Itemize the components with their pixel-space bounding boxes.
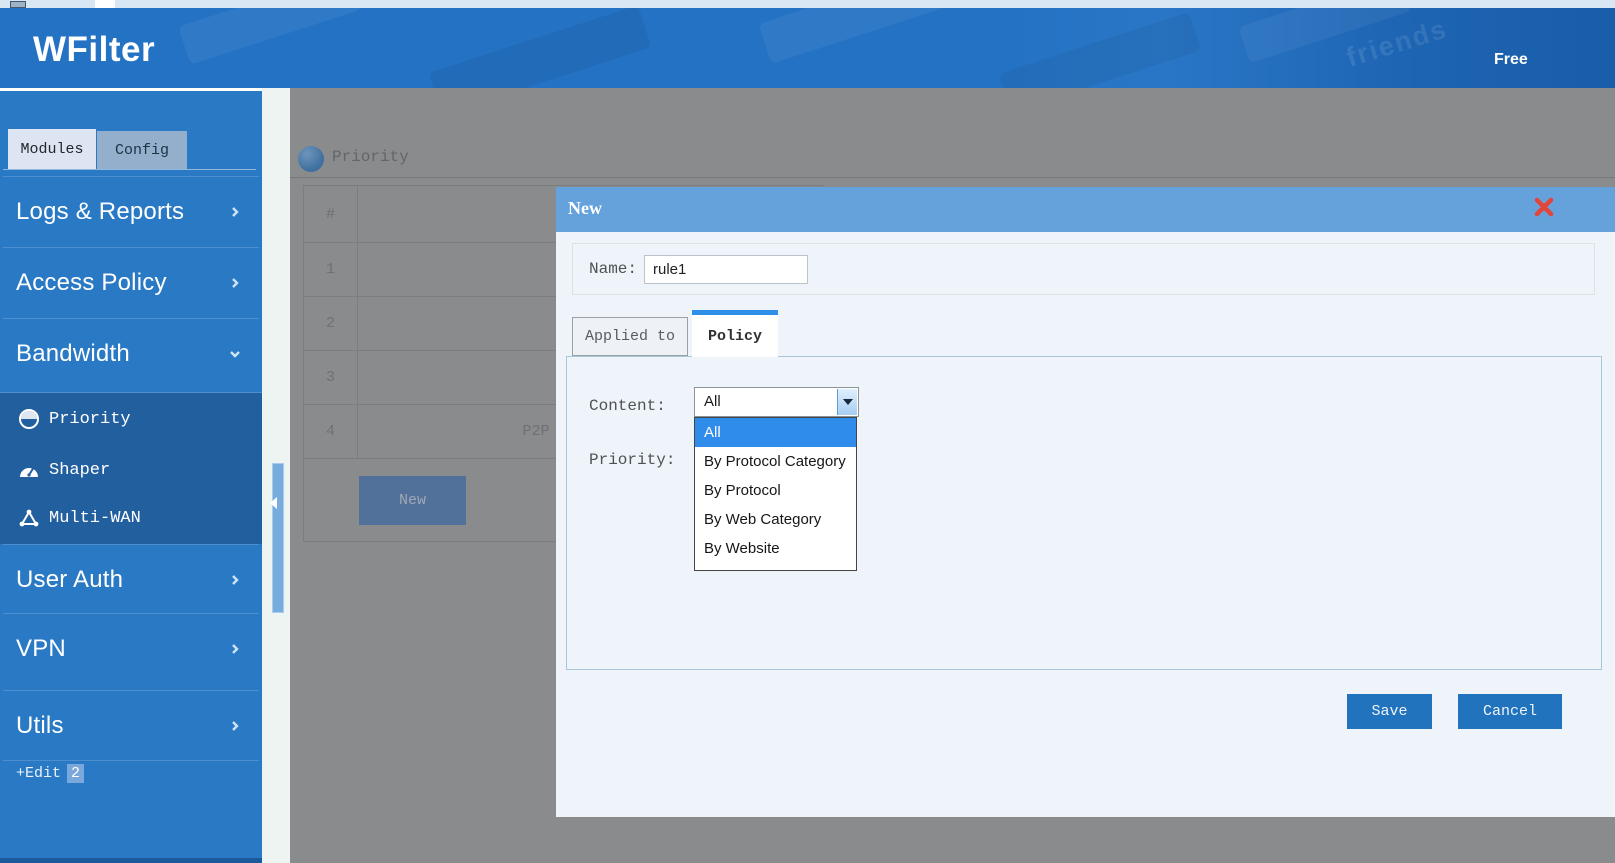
dialog-title: New	[568, 198, 602, 219]
close-icon[interactable]	[1533, 196, 1555, 218]
edit-label: +Edit	[16, 765, 61, 782]
save-button[interactable]: Save	[1347, 694, 1432, 729]
edit-menu-control[interactable]: +Edit 2	[16, 764, 84, 783]
dropdown-arrow-icon[interactable]	[837, 389, 857, 415]
content-select[interactable]: All	[694, 387, 859, 417]
chevron-right-icon	[229, 206, 241, 218]
browser-mini-icon	[10, 1, 26, 8]
sidebar-item-logs-reports[interactable]: Logs & Reports	[3, 176, 259, 247]
chevron-right-icon	[229, 277, 241, 289]
sidebar-item-multi-wan[interactable]: Multi-WAN	[18, 503, 141, 533]
collapse-left-icon	[270, 497, 277, 509]
dropdown-option-by-website[interactable]: By Website	[695, 534, 856, 563]
dropdown-option-by-web-category[interactable]: By Web Category	[695, 505, 856, 534]
name-label: Name:	[589, 260, 637, 278]
sidebar-item-access-policy[interactable]: Access Policy	[3, 247, 259, 318]
browser-edge-strip	[0, 0, 1615, 8]
app-header: friends WFilter Free	[0, 8, 1615, 88]
priority-label: Priority:	[589, 451, 675, 469]
sidebar-item-utils[interactable]: Utils	[3, 690, 259, 761]
sidebar-item-bandwidth[interactable]: Bandwidth	[3, 318, 259, 389]
tab-modules[interactable]: Modules	[8, 129, 96, 169]
content-dropdown-list: All By Protocol Category By Protocol By …	[694, 417, 857, 571]
tab-config[interactable]: Config	[97, 131, 187, 169]
page-heading-bar: Priority	[290, 88, 1615, 178]
sidebar-item-shaper[interactable]: Shaper	[18, 455, 110, 485]
cancel-button[interactable]: Cancel	[1458, 694, 1562, 729]
app-logo: WFilter	[33, 30, 155, 70]
gauge-icon	[18, 461, 40, 479]
edit-count-badge: 2	[67, 764, 84, 783]
name-field-group: Name:	[572, 243, 1595, 295]
plan-badge: Free	[1494, 51, 1528, 69]
new-rule-dialog: New Name: Applied to Policy Content: Pri…	[556, 187, 1615, 817]
dropdown-option-by-protocol[interactable]: By Protocol	[695, 476, 856, 505]
tab-policy[interactable]: Policy	[692, 310, 778, 357]
priority-sphere-icon	[298, 146, 324, 172]
new-rule-button-dimmed: New	[359, 476, 466, 525]
content-select-value: All	[704, 393, 721, 410]
sidebar-footer-strip	[0, 858, 262, 863]
sidebar: Modules Config Logs & Reports Access Pol…	[0, 88, 262, 863]
tab-applied-to[interactable]: Applied to	[572, 317, 688, 356]
name-input[interactable]	[644, 255, 808, 284]
sidebar-collapse-handle[interactable]	[272, 463, 284, 613]
keyboard-texture	[178, 8, 362, 65]
dropdown-option-by-protocol-category[interactable]: By Protocol Category	[695, 447, 856, 476]
keyboard-texture	[999, 12, 1202, 88]
keyboard-texture	[758, 8, 961, 64]
sidebar-item-user-auth[interactable]: User Auth	[3, 544, 259, 615]
chevron-right-icon	[229, 574, 241, 586]
page-title: Priority	[332, 148, 409, 166]
dialog-header[interactable]: New	[556, 187, 1615, 232]
network-icon	[18, 508, 40, 528]
policy-tab-panel: Content: Priority: All All By Protocol C…	[566, 356, 1602, 670]
sidebar-item-priority[interactable]: Priority	[18, 404, 131, 434]
tab-divider	[3, 169, 256, 170]
chevron-right-icon	[229, 643, 241, 655]
keyboard-texture	[429, 8, 652, 88]
sidebar-item-vpn[interactable]: VPN	[3, 613, 259, 684]
browser-mini-tab	[95, 0, 115, 8]
bandwidth-submenu: Priority Shaper Multi-WAN	[0, 392, 262, 544]
chevron-down-icon	[229, 348, 241, 360]
sidebar-gap	[262, 88, 290, 863]
content-label: Content:	[589, 397, 666, 415]
sphere-icon	[18, 408, 40, 430]
column-header-num: #	[304, 186, 358, 243]
dropdown-option-all[interactable]: All	[695, 418, 856, 447]
chevron-right-icon	[229, 720, 241, 732]
